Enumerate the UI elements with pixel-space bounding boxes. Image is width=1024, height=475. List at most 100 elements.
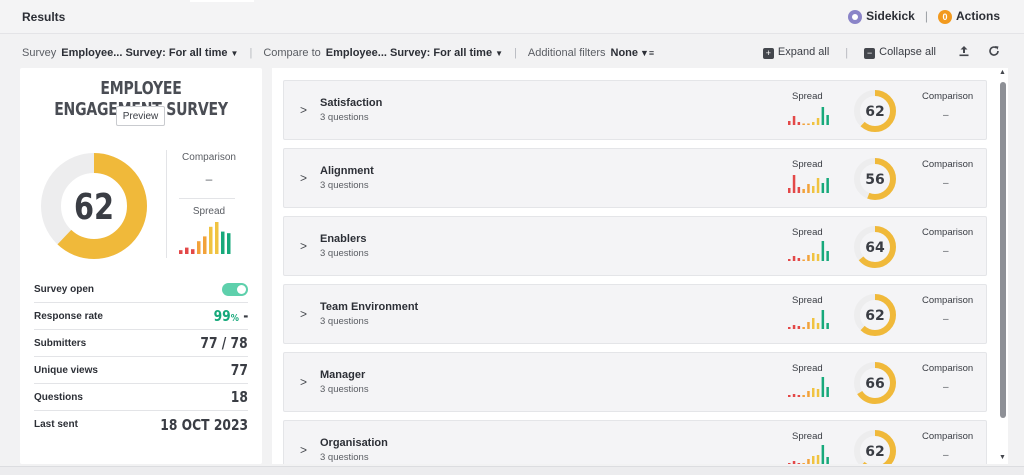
scrollbar-thumb[interactable] xyxy=(1000,82,1006,418)
spread-bar xyxy=(821,241,825,261)
compare-filter-dropdown[interactable]: Employee... Survey: For all time ▼ xyxy=(326,47,503,59)
expand-all-button[interactable]: + Expand all xyxy=(762,46,829,59)
category-name: Organisation xyxy=(320,437,388,449)
spread-bar xyxy=(807,255,810,261)
page-title: Results xyxy=(22,10,66,24)
comparison-label: Comparison xyxy=(922,227,974,238)
spread-bar xyxy=(821,107,825,125)
category-spread-chart xyxy=(788,241,829,261)
spread-bar xyxy=(812,388,815,397)
actions-label: Actions xyxy=(955,9,1000,23)
category-score-donut: 62 xyxy=(854,294,896,336)
chevron-down-icon: ▼ xyxy=(495,49,503,58)
spread-bar xyxy=(197,241,201,254)
spread-bar xyxy=(797,187,801,193)
spread-bar xyxy=(203,236,207,254)
comparison-label: Comparison xyxy=(922,91,974,102)
chevron-right-icon[interactable]: > xyxy=(300,443,307,457)
spread-bar xyxy=(826,387,829,397)
actions-count-badge: 0 xyxy=(937,9,952,24)
chevron-right-icon[interactable]: > xyxy=(300,171,307,185)
spread-bar xyxy=(807,459,810,464)
spread-bar xyxy=(227,233,231,254)
additional-filters-value: None xyxy=(610,47,639,59)
stat-label: Questions xyxy=(34,391,83,403)
spread-bar xyxy=(797,326,801,329)
top-actions: Sidekick | 0 Actions xyxy=(848,9,1000,24)
category-list: > Satisfaction 3 questions Spread 62 Com… xyxy=(272,68,1008,464)
spread-bar xyxy=(821,310,825,329)
sidekick-button[interactable]: Sidekick xyxy=(848,9,915,24)
overall-score: 62 xyxy=(74,186,114,228)
category-score: 64 xyxy=(865,240,885,256)
spread-bar xyxy=(215,222,219,254)
category-card[interactable]: > Organisation 3 questions Spread 62 Com… xyxy=(283,420,987,464)
compare-filter-label: Compare to xyxy=(263,47,321,59)
spread-bar xyxy=(802,327,805,329)
category-card[interactable]: > Team Environment 3 questions Spread 62… xyxy=(283,284,987,344)
collapse-all-button[interactable]: − Collapse all xyxy=(864,46,936,59)
stat-value: 18 xyxy=(230,388,248,406)
category-score: 66 xyxy=(865,376,884,392)
chevron-right-icon[interactable]: > xyxy=(300,375,307,389)
category-spread-chart xyxy=(788,310,829,329)
category-name: Manager xyxy=(320,369,366,381)
category-spread-chart xyxy=(788,445,829,464)
category-question-count: 3 questions xyxy=(320,452,369,463)
divider: | xyxy=(249,47,253,59)
bottom-edge xyxy=(0,466,1024,475)
comparison-label: Comparison xyxy=(922,159,974,170)
category-score: 62 xyxy=(865,444,884,460)
spread-bar xyxy=(816,323,820,329)
category-card[interactable]: > Manager 3 questions Spread 66 Comparis… xyxy=(283,352,987,412)
preview-button[interactable]: Preview xyxy=(116,106,165,126)
category-question-count: 3 questions xyxy=(320,112,369,123)
spread-bar xyxy=(191,249,195,254)
spread-bar xyxy=(816,254,820,261)
scroll-down-icon[interactable]: ▼ xyxy=(999,454,1006,461)
refresh-icon[interactable] xyxy=(988,45,1000,60)
spread-bar xyxy=(797,463,801,464)
spread-bar xyxy=(792,116,796,125)
export-icon[interactable] xyxy=(958,45,970,60)
sidekick-label: Sidekick xyxy=(866,9,915,23)
spread-bar xyxy=(816,118,820,125)
comparison-label: Comparison xyxy=(922,431,974,442)
spread-bar xyxy=(792,175,796,193)
spread-bar xyxy=(802,395,805,397)
stat-label: Response rate xyxy=(34,310,103,322)
category-score-donut: 62 xyxy=(854,90,896,132)
spread-bar xyxy=(788,327,791,329)
spread-bar xyxy=(812,253,815,261)
divider: | xyxy=(924,9,928,24)
comparison-value: – xyxy=(943,110,949,121)
actions-button[interactable]: 0 Actions xyxy=(937,9,1000,24)
spread-bar xyxy=(816,389,820,397)
comparison-value: – xyxy=(943,382,949,393)
category-card[interactable]: > Alignment 3 questions Spread 56 Compar… xyxy=(283,148,987,208)
stat-value: 77 / 78 xyxy=(200,334,248,352)
spread-bar xyxy=(826,251,829,261)
spread-label: Spread xyxy=(792,227,823,238)
category-card[interactable]: > Satisfaction 3 questions Spread 62 Com… xyxy=(283,80,987,140)
chevron-right-icon[interactable]: > xyxy=(300,239,307,253)
additional-filters-button[interactable]: None ▼≡ xyxy=(611,47,655,59)
spread-bar xyxy=(209,226,213,254)
category-card[interactable]: > Enablers 3 questions Spread 64 Compari… xyxy=(283,216,987,276)
survey-filter-value: Employee... Survey: For all time xyxy=(61,47,228,59)
top-bar: Results Sidekick | 0 Actions xyxy=(0,0,1024,34)
stat-value: 18 OCT 2023 xyxy=(160,415,248,434)
comparison-value: – xyxy=(205,172,213,186)
chevron-right-icon[interactable]: > xyxy=(300,103,307,117)
spread-bar xyxy=(788,121,791,125)
spread-bar xyxy=(807,123,810,125)
filter-icon: ▼≡ xyxy=(640,48,655,58)
stat-label: Submitters xyxy=(34,337,87,349)
active-tab-indicator xyxy=(190,0,254,2)
scrollbar[interactable]: ▲ ▼ xyxy=(998,68,1008,464)
category-score-donut: 64 xyxy=(854,226,896,268)
survey-filter-dropdown[interactable]: Employee... Survey: For all time ▼ xyxy=(61,47,238,59)
scroll-up-icon[interactable]: ▲ xyxy=(999,69,1006,76)
chevron-right-icon[interactable]: > xyxy=(300,307,307,321)
survey-open-toggle[interactable] xyxy=(222,282,248,296)
